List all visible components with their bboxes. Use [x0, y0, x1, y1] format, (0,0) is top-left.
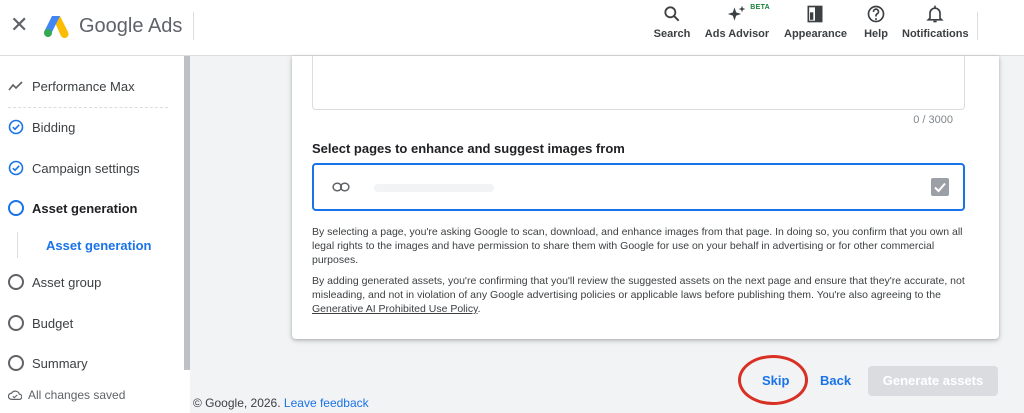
beta-badge: BETA [750, 4, 770, 11]
help-label: Help [864, 28, 888, 40]
search-button[interactable]: Search [652, 4, 692, 44]
sidebar-item-label: Asset group [32, 274, 102, 290]
sidebar-item-budget[interactable]: Budget [0, 305, 180, 341]
appearance-button[interactable]: Appearance [784, 4, 847, 44]
sidebar-scrollbar[interactable] [184, 56, 190, 370]
appearance-label: Appearance [784, 28, 847, 40]
sidebar-subitem-asset-generation[interactable]: Asset generation [0, 227, 180, 263]
sidebar-item-label: Bidding [32, 119, 76, 135]
sidebar-item-label: Budget [32, 315, 74, 331]
empty-circle-icon [8, 315, 24, 331]
sidebar-item-label: Summary [32, 355, 88, 371]
section-title: Select pages to enhance and suggest imag… [312, 141, 625, 156]
search-label: Search [653, 28, 691, 40]
consent-text-suffix: . [477, 303, 481, 315]
save-status-text: All changes saved [28, 388, 126, 402]
check-circle-icon [8, 160, 24, 176]
trend-icon [8, 81, 23, 91]
sidebar-item-label: Asset generation [32, 200, 138, 216]
skip-button[interactable]: Skip [762, 373, 789, 388]
copyright-text: © Google, 2026. [193, 396, 281, 410]
generated-assets-consent-text: By adding generated assets, you're confi… [312, 274, 972, 316]
sidebar-item-label: Asset generation [46, 237, 152, 253]
sidebar-item-summary[interactable]: Summary [0, 345, 180, 381]
leave-feedback-link[interactable]: Leave feedback [284, 396, 369, 410]
empty-circle-icon [8, 355, 24, 371]
footer: © Google, 2026. Leave feedback [193, 396, 369, 410]
image-consent-text: By selecting a page, you're asking Googl… [312, 226, 963, 266]
sidebar-item-asset-generation[interactable]: Asset generation [0, 190, 180, 226]
header-divider-right [977, 12, 978, 40]
character-counter: 0 / 3000 [913, 114, 953, 126]
help-icon [867, 5, 885, 23]
policy-link[interactable]: Generative AI Prohibited Use Policy [312, 303, 478, 315]
brand-name: Google Ads [79, 15, 183, 37]
back-button[interactable]: Back [820, 373, 851, 388]
checkbox-checked[interactable] [931, 178, 949, 196]
asset-generation-card: 0 / 3000 Select pages to enhance and sug… [292, 56, 999, 339]
close-icon[interactable]: ✕ [10, 14, 28, 36]
check-circle-icon [8, 119, 24, 135]
search-icon [664, 6, 680, 22]
top-app-bar: ✕ Google Ads Search BETA Ads Advisor App… [0, 0, 1024, 56]
current-step-icon [8, 200, 24, 216]
page-url-field[interactable] [312, 163, 965, 211]
description-textarea[interactable] [312, 56, 965, 110]
notifications-label: Notifications [902, 28, 969, 40]
save-status: All changes saved [8, 388, 125, 402]
generate-assets-button[interactable]: Generate assets [868, 366, 998, 396]
cloud-check-icon [8, 390, 22, 400]
sidebar-item-asset-group[interactable]: Asset group [0, 264, 180, 300]
appearance-icon [807, 5, 823, 23]
sidebar-item-label: Performance Max [32, 78, 135, 94]
link-icon [332, 182, 350, 192]
empty-circle-icon [8, 274, 24, 290]
sidebar-item-bidding[interactable]: Bidding [0, 109, 180, 145]
sidebar-item-campaign-settings[interactable]: Campaign settings [0, 150, 180, 186]
google-ads-logo [44, 16, 69, 38]
sidebar-divider [8, 107, 168, 108]
sidebar-item-performance-max[interactable]: Performance Max [0, 68, 180, 104]
bell-icon [926, 5, 944, 23]
help-button[interactable]: Help [860, 4, 892, 44]
ads-advisor-label: Ads Advisor [704, 28, 770, 40]
header-divider [193, 12, 194, 40]
sparkle-icon [727, 5, 746, 21]
sidebar-item-label: Campaign settings [32, 160, 140, 176]
consent-text-prefix: By adding generated assets, you're confi… [312, 275, 965, 301]
ads-advisor-button[interactable]: BETA Ads Advisor [704, 4, 770, 44]
redacted-url [374, 184, 494, 192]
notifications-button[interactable]: Notifications [902, 4, 969, 44]
check-icon [934, 182, 946, 193]
